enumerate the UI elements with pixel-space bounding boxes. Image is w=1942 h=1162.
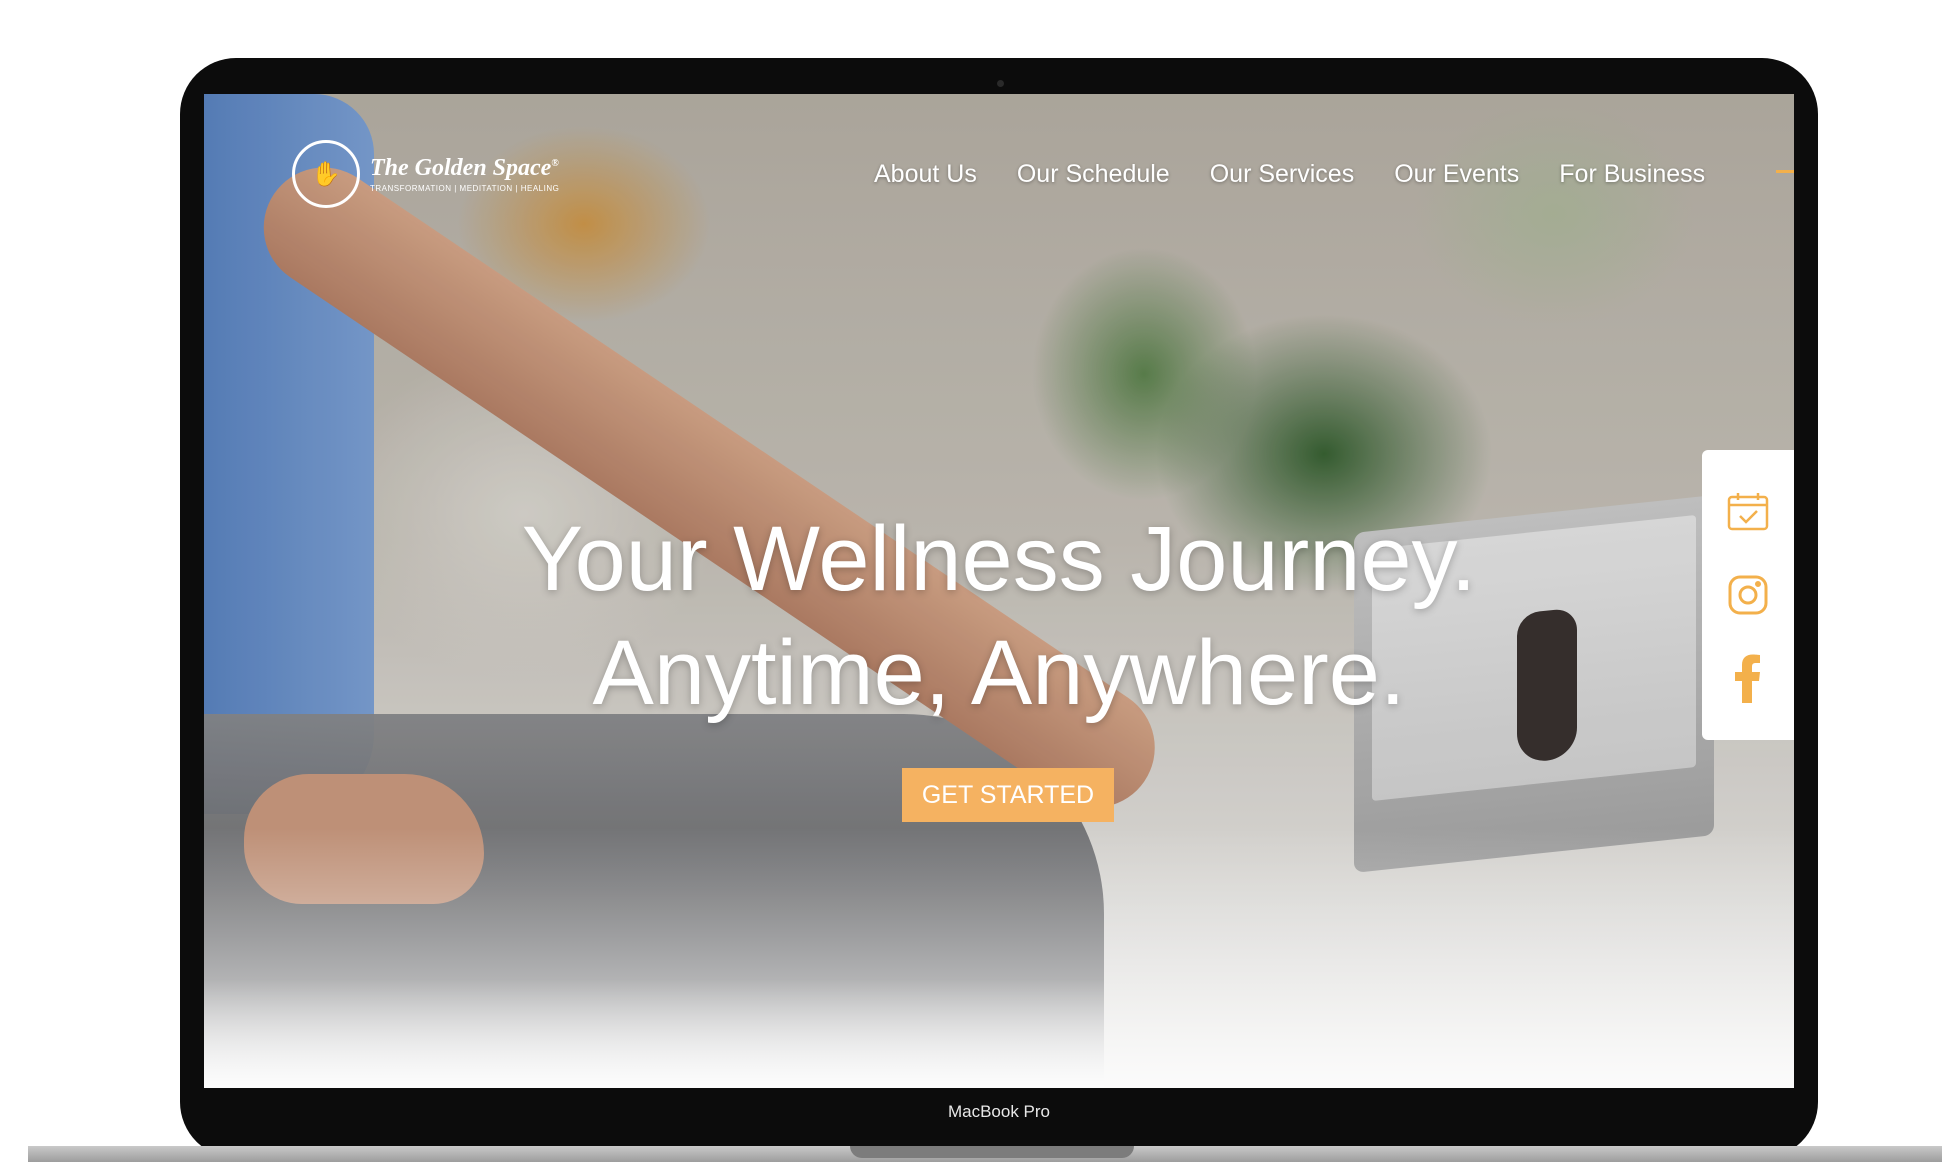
hero-heading: Your Wellness Journey. Anytime, Anywhere… [204, 502, 1794, 730]
brand-name: The Golden Space® [370, 154, 559, 181]
nav-for-business[interactable]: For Business [1559, 160, 1705, 189]
nav-our-events[interactable]: Our Events [1394, 160, 1519, 189]
instagram-icon[interactable] [1725, 572, 1771, 618]
device-label: MacBook Pro [947, 1102, 1051, 1121]
menu-indicator[interactable] [1776, 170, 1794, 173]
social-side-panel [1702, 450, 1794, 740]
get-started-button[interactable]: GET STARTED [902, 768, 1114, 822]
nav-our-services[interactable]: Our Services [1210, 160, 1354, 189]
registered-mark: ® [551, 157, 559, 169]
nav-about-us[interactable]: About Us [874, 160, 977, 189]
laptop-base-notch [850, 1146, 1134, 1158]
site-logo[interactable]: ✋ The Golden Space® TRANSFORMATION | MED… [292, 140, 559, 208]
camera-dot [997, 80, 1004, 87]
calendar-check-icon[interactable] [1725, 489, 1771, 535]
hero-line-2: Anytime, Anywhere. [592, 622, 1406, 724]
logo-hands-icon: ✋ [292, 140, 360, 208]
hero-line-1: Your Wellness Journey. [521, 508, 1477, 610]
website-screen: ✋ The Golden Space® TRANSFORMATION | MED… [204, 94, 1794, 1088]
facebook-icon[interactable] [1725, 654, 1771, 704]
nav-our-schedule[interactable]: Our Schedule [1017, 160, 1170, 189]
main-nav: About Us Our Schedule Our Services Our E… [874, 160, 1705, 189]
brand-tagline: TRANSFORMATION | MEDITATION | HEALING [370, 183, 560, 193]
laptop-frame: ✋ The Golden Space® TRANSFORMATION | MED… [180, 58, 1818, 1158]
hero-bottom-fade [204, 828, 1794, 1088]
logo-text: The Golden Space® TRANSFORMATION | MEDIT… [370, 156, 559, 193]
